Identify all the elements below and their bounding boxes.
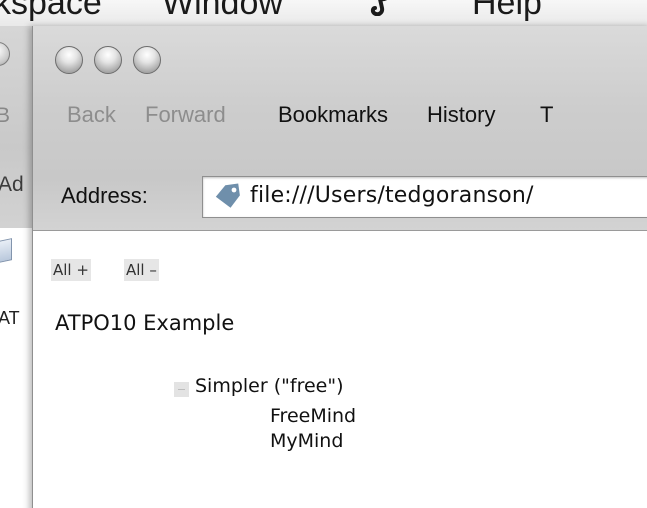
- zoom-button[interactable]: [133, 46, 161, 74]
- title-bar[interactable]: [33, 26, 647, 74]
- outline-node-label[interactable]: Simpler ("free"): [195, 375, 344, 397]
- menu-help[interactable]: Help: [472, 0, 542, 23]
- background-content-label: AT: [0, 308, 20, 328]
- bookmark-tag-icon[interactable]: [213, 183, 243, 211]
- page-content: All + All – ATPO10 Example Simpler ("fre…: [33, 232, 647, 508]
- tools-menu[interactable]: T: [540, 102, 553, 128]
- menu-workspace[interactable]: kspace: [0, 0, 102, 23]
- outline-child-item[interactable]: FreeMind: [270, 405, 356, 427]
- expand-all-button[interactable]: All +: [51, 259, 91, 281]
- address-field[interactable]: file:///Users/tedgoranson/: [202, 176, 647, 218]
- address-label: Address:: [61, 183, 148, 208]
- navigation-toolbar: Back Forward Bookmarks History T: [33, 98, 647, 134]
- menu-bar: kspace Window Help: [0, 0, 647, 26]
- collapse-node-icon[interactable]: [174, 382, 189, 397]
- background-back-label: B: [0, 104, 11, 127]
- history-menu[interactable]: History: [427, 102, 495, 128]
- back-button[interactable]: Back: [67, 102, 116, 128]
- browser-window: Back Forward Bookmarks History T Address…: [32, 26, 647, 508]
- close-button[interactable]: [55, 46, 83, 74]
- document-icon: [0, 238, 12, 264]
- address-bar: Address: file:///Users/tedgoranson/: [33, 176, 647, 218]
- bookmarks-menu[interactable]: Bookmarks: [278, 102, 388, 128]
- collapse-all-button[interactable]: All –: [124, 259, 159, 281]
- outline-child-item[interactable]: MyMind: [270, 430, 343, 452]
- address-url[interactable]: file:///Users/tedgoranson/: [250, 183, 534, 208]
- document-title: ATPO10 Example: [55, 311, 235, 335]
- minimize-button[interactable]: [94, 46, 122, 74]
- forward-button[interactable]: Forward: [145, 102, 226, 128]
- background-address-label: Ad: [0, 173, 24, 196]
- menu-window[interactable]: Window: [162, 0, 283, 23]
- window-chrome: Back Forward Bookmarks History T Address…: [33, 26, 647, 231]
- script-icon[interactable]: [366, 0, 392, 17]
